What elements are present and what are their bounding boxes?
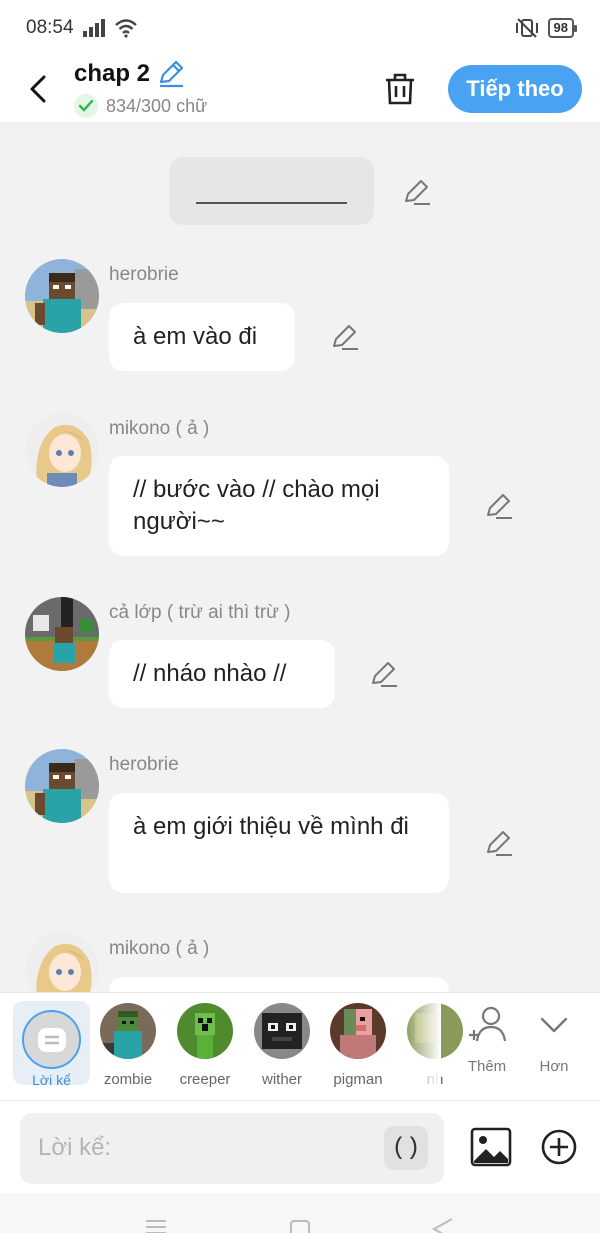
chevron-left-icon	[30, 75, 46, 103]
message-bubble[interactable]: // nháo nhào //	[109, 640, 335, 708]
mute-vibrate-icon	[515, 18, 538, 38]
status-bar: 08:54 98	[0, 0, 600, 56]
character-creeper[interactable]: creeper	[172, 1003, 238, 1088]
chapter-title: chap 2	[74, 60, 151, 87]
message-bubble[interactable]: à em vào đi	[109, 303, 295, 371]
edit-message-icon[interactable]	[484, 828, 514, 858]
narrator-selector[interactable]: Lời kể	[13, 1001, 90, 1088]
message-input[interactable]	[38, 1129, 378, 1167]
image-icon[interactable]	[470, 1127, 512, 1167]
character-label: creeper	[179, 1071, 231, 1088]
speaker-name: mikono ( ả )	[109, 938, 210, 959]
character-label: pigman	[333, 1071, 383, 1088]
narrator-avatar	[22, 1010, 81, 1069]
home-nav-icon[interactable]	[289, 1219, 311, 1233]
avatar-herobrie[interactable]	[25, 749, 99, 823]
expand-label: Hơn	[539, 1058, 569, 1075]
narrator-label: Lời kể	[32, 1072, 71, 1088]
edit-message-icon[interactable]	[330, 322, 360, 352]
chat-area[interactable]: herobrie à em vào đi mikono ( ả ) // bướ…	[0, 122, 600, 992]
narration-icon	[37, 1027, 66, 1052]
speaker-name: herobrie	[109, 264, 179, 285]
chapter-info: chap 2 834/300 chữ	[74, 60, 378, 118]
character-pigman[interactable]: pigman	[325, 1003, 391, 1088]
composer: ()	[0, 1100, 600, 1193]
edit-message-icon[interactable]	[369, 659, 399, 689]
avatar	[177, 1003, 233, 1059]
message-bubble[interactable]: // bước vào // chào mọi người~~	[109, 456, 449, 556]
back-nav-icon[interactable]	[432, 1217, 454, 1233]
character-label: wither	[261, 1071, 302, 1088]
character-bar: Lời kể zombie creeper wither pigman Thêm…	[0, 992, 600, 1100]
avatar-herobrie[interactable]	[25, 259, 99, 333]
character-label: zombie	[103, 1071, 153, 1088]
header: chap 2 834/300 chữ Tiếp theo	[0, 56, 600, 122]
character-wither[interactable]: wither	[249, 1003, 315, 1088]
delete-button[interactable]	[378, 67, 422, 111]
scroll-fade	[405, 993, 441, 1093]
avatar-mikono[interactable]	[25, 932, 99, 992]
message-bubble[interactable]: à em giới thiệu về mình đi	[109, 793, 449, 893]
check-icon	[74, 94, 98, 118]
system-nav-bar	[0, 1193, 600, 1233]
avatar-ca-lop[interactable]	[25, 597, 99, 671]
menu-nav-icon[interactable]	[144, 1219, 168, 1233]
add-character-label: Thêm	[467, 1058, 507, 1075]
speaker-name: cả lớp ( trừ ai thì trừ )	[109, 602, 291, 623]
next-button[interactable]: Tiếp theo	[448, 65, 582, 113]
edit-divider-icon[interactable]	[402, 177, 432, 207]
message-input-container[interactable]: ()	[20, 1113, 444, 1184]
add-character-button[interactable]: Thêm	[459, 1005, 515, 1075]
edit-message-icon[interactable]	[484, 491, 514, 521]
avatar-mikono[interactable]	[25, 413, 99, 487]
divider-line	[196, 202, 347, 204]
expand-button[interactable]: Hơn	[526, 1005, 582, 1075]
character-zombie[interactable]: zombie	[95, 1003, 161, 1088]
message-bubble[interactable]	[109, 977, 449, 992]
word-count: 834/300 chữ	[106, 95, 208, 116]
avatar	[100, 1003, 156, 1059]
avatar	[254, 1003, 310, 1059]
add-circle-icon[interactable]	[540, 1128, 578, 1166]
avatar	[330, 1003, 386, 1059]
scene-divider[interactable]	[169, 157, 374, 225]
status-time: 08:54	[26, 17, 74, 38]
wifi-icon	[114, 19, 137, 38]
chevron-down-icon	[540, 1017, 568, 1033]
add-person-icon	[469, 1006, 507, 1042]
speaker-name: herobrie	[109, 754, 179, 775]
speaker-name: mikono ( ả )	[109, 418, 210, 439]
signal-icon	[82, 19, 105, 37]
back-button[interactable]	[20, 69, 56, 109]
trash-icon	[386, 73, 414, 105]
parenthesis-button[interactable]: ()	[384, 1126, 428, 1170]
battery-indicator: 98	[547, 18, 578, 38]
edit-title-icon[interactable]	[156, 60, 186, 88]
